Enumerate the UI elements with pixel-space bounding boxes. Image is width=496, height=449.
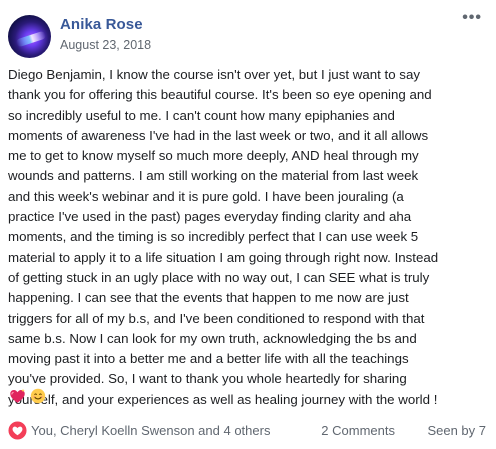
post-date[interactable]: August 23, 2018 (60, 38, 151, 52)
post-body-line: yourself, and your experiences as well a… (8, 391, 438, 407)
post-card: Anika Rose August 23, 2018 ••• Diego Ben… (0, 0, 496, 449)
post-body-line: of getting stuck in an ugly place with n… (8, 269, 430, 285)
post-body-line: moments of awareness I've had in the las… (8, 127, 429, 143)
love-reaction-icon[interactable] (8, 421, 27, 440)
seen-by-count[interactable]: Seen by 7 (427, 423, 486, 438)
post-body-line: Diego Benjamin, I know the course isn't … (8, 67, 420, 82)
comments-link[interactable]: 2 Comments (321, 423, 395, 438)
post-body-line: same b.s. Now I can look for my own trut… (8, 330, 417, 346)
post-body-line: so incredibly useful to me. I can't coun… (8, 107, 395, 123)
post-body-line: you've provided. So, I want to thank you… (8, 371, 407, 387)
post-body-line: moments, and the timing is so incredibly… (8, 229, 419, 245)
avatar[interactable] (8, 15, 51, 58)
post-body-line: triggers for all of my b.s, and I've bee… (8, 310, 425, 326)
post-body-line: and this week's webinar and it is pure g… (8, 188, 404, 204)
post-footer: You, Cheryl Koelln Swenson and 4 others … (8, 419, 488, 441)
post-body-line: practice I've used in the past) pages ev… (8, 209, 412, 225)
author-name[interactable]: Anika Rose (60, 16, 143, 33)
post-body-line: me to get to know myself so much more de… (8, 148, 419, 164)
more-options-icon[interactable]: ••• (462, 9, 482, 27)
post-body-line: wounds and patterns. I am still working … (8, 168, 419, 184)
sparkling-heart-emoji (10, 388, 25, 403)
post-body-line: moving past it into a better me and a be… (8, 351, 409, 367)
post-header: Anika Rose August 23, 2018 ••• (8, 9, 488, 59)
post-body-line: material to apply it to a life situation… (8, 249, 439, 265)
post-body: Diego Benjamin, I know the course isn't … (8, 65, 494, 410)
reactors-link[interactable]: You, Cheryl Koelln Swenson and 4 others (31, 423, 270, 438)
smiling-face-emoji (30, 388, 46, 404)
post-body-line: happening. I can see that the events tha… (8, 290, 409, 306)
post-body-line: thank you for offering this beautiful co… (8, 87, 432, 103)
